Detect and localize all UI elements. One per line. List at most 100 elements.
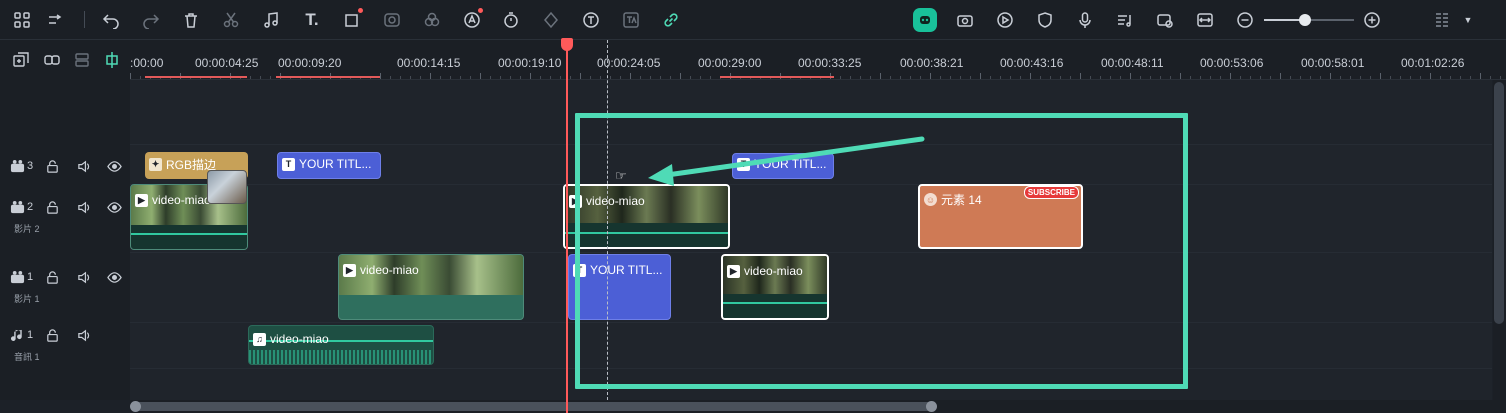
- shield-icon[interactable]: [1033, 8, 1057, 32]
- ruler-tick: [860, 76, 861, 79]
- undo-icon[interactable]: [99, 8, 123, 32]
- timeline-toolbar: T. ▼: [0, 0, 1506, 40]
- lock-icon[interactable]: [44, 199, 60, 215]
- ruler-tick: [650, 76, 651, 79]
- video-track-icon: [9, 269, 25, 285]
- horizontal-scrollbar[interactable]: [130, 400, 1506, 413]
- timeline-ruler[interactable]: :00:00 00:00:04:25 00:00:09:20 00:00:14:15 0…: [130, 40, 1506, 80]
- crop-icon[interactable]: [340, 8, 364, 32]
- ruler-tick: [940, 76, 941, 79]
- vertical-scrollbar[interactable]: [1493, 80, 1506, 400]
- music-icon: ♫: [253, 332, 266, 346]
- ruler-timecode: 00:01:02:26: [1401, 56, 1465, 70]
- ruler-tick: [1310, 76, 1311, 79]
- ruler-tick: [1370, 76, 1371, 79]
- video-clip[interactable]: ▶ video-miao: [338, 254, 524, 320]
- volume-icon[interactable]: [76, 158, 92, 174]
- ai-icon[interactable]: [460, 8, 484, 32]
- video-clip[interactable]: ▶ video-miao: [563, 184, 730, 249]
- playhead-line[interactable]: [566, 44, 568, 413]
- clip-label: ☺ 元素 14: [924, 193, 982, 207]
- add-track-icon[interactable]: [9, 48, 33, 72]
- color-icon[interactable]: [420, 8, 444, 32]
- ruler-tick: [960, 76, 961, 79]
- redo-icon[interactable]: [139, 8, 163, 32]
- eye-icon[interactable]: [106, 269, 122, 285]
- zoom-out-icon[interactable]: [1233, 8, 1257, 32]
- fit-icon[interactable]: [1193, 8, 1217, 32]
- volume-icon[interactable]: [76, 327, 92, 343]
- ruler-tick: [440, 76, 441, 79]
- mic-icon[interactable]: [1073, 8, 1097, 32]
- grid-icon[interactable]: [1430, 8, 1454, 32]
- title-icon: T: [573, 263, 586, 277]
- ruler-tick: [920, 76, 921, 79]
- audio-clip[interactable]: ♫ video-miao: [248, 325, 434, 365]
- audio-waveform: [131, 225, 247, 249]
- vertical-scroll-thumb[interactable]: [1494, 82, 1504, 324]
- ruler-tick: [880, 73, 881, 79]
- music-icon[interactable]: [259, 8, 283, 32]
- text-icon[interactable]: T.: [300, 8, 324, 32]
- ruler-timecode: 00:00:19:10: [498, 56, 562, 70]
- clip-label: ▶ video-miao: [135, 193, 211, 207]
- ruler-tick: [1190, 76, 1191, 79]
- volume-icon[interactable]: [76, 269, 92, 285]
- ruler-tick: [1400, 76, 1401, 79]
- ruler-tick: [450, 76, 451, 79]
- ruler-tick: [1350, 76, 1351, 79]
- zoom-slider[interactable]: [1264, 14, 1354, 26]
- text-to-speech-icon[interactable]: [579, 8, 603, 32]
- delete-icon[interactable]: [179, 8, 203, 32]
- cut-icon[interactable]: [219, 8, 243, 32]
- eye-icon[interactable]: [106, 158, 122, 174]
- ruler-tick: [1050, 76, 1051, 79]
- horizontal-scroll-thumb[interactable]: [133, 402, 935, 411]
- link-icon[interactable]: [659, 8, 683, 32]
- ruler-tick: [1180, 73, 1181, 79]
- record-icon[interactable]: [993, 8, 1017, 32]
- zoom-slider-knob[interactable]: [1298, 14, 1311, 26]
- split-icon[interactable]: [43, 8, 67, 32]
- ruler-tick: [380, 73, 381, 79]
- ruler-tick: [1500, 76, 1501, 79]
- ruler-tick: [1290, 76, 1291, 79]
- subscribe-badge: SUBSCRIBE: [1023, 186, 1079, 199]
- eye-icon[interactable]: [106, 199, 122, 215]
- camera-icon[interactable]: [953, 8, 977, 32]
- group-icon[interactable]: [70, 48, 94, 72]
- mask-icon[interactable]: [380, 8, 404, 32]
- playhead-handle[interactable]: [561, 38, 573, 51]
- volume-icon[interactable]: [76, 199, 92, 215]
- audio-list-icon[interactable]: [1113, 8, 1137, 32]
- notification-dot: [358, 8, 363, 13]
- timer-icon[interactable]: [499, 8, 523, 32]
- scroll-handle-right[interactable]: [926, 401, 937, 412]
- volume-line: [723, 302, 827, 304]
- empty-track-area: [130, 368, 1492, 400]
- snapshot-icon[interactable]: [1153, 8, 1177, 32]
- chevron-down-icon[interactable]: ▼: [1456, 8, 1480, 32]
- title-clip[interactable]: TYOUR TITL...: [568, 254, 671, 320]
- ai-robot-icon[interactable]: [913, 8, 937, 32]
- sticker-clip[interactable]: ☺ 元素 14 SUBSCRIBE: [918, 184, 1083, 249]
- keyframe-icon[interactable]: [539, 8, 563, 32]
- ruler-tick: [490, 76, 491, 79]
- scroll-handle-left[interactable]: [130, 401, 141, 412]
- link-clips-icon[interactable]: [40, 48, 64, 72]
- lock-icon[interactable]: [44, 327, 60, 343]
- layout-icon[interactable]: [10, 8, 34, 32]
- lock-icon[interactable]: [44, 269, 60, 285]
- ruler-marker: [145, 76, 247, 78]
- timeline-tracks[interactable]: ✦RGB描边 TYOUR TITL... TYOUR TITL... ▶vide…: [130, 80, 1492, 400]
- lock-icon[interactable]: [44, 158, 60, 174]
- ruler-tick: [510, 76, 511, 79]
- ruler-tick: [1010, 76, 1011, 79]
- ruler-tick: [500, 76, 501, 79]
- title-clip[interactable]: TYOUR TITL...: [277, 152, 381, 179]
- video-clip[interactable]: ▶ video-miao: [721, 254, 829, 320]
- translate-icon[interactable]: [619, 8, 643, 32]
- magnet-snap-icon[interactable]: [100, 48, 124, 72]
- zoom-in-icon[interactable]: [1360, 8, 1384, 32]
- clip-label: ✦ RGB描边: [149, 156, 216, 173]
